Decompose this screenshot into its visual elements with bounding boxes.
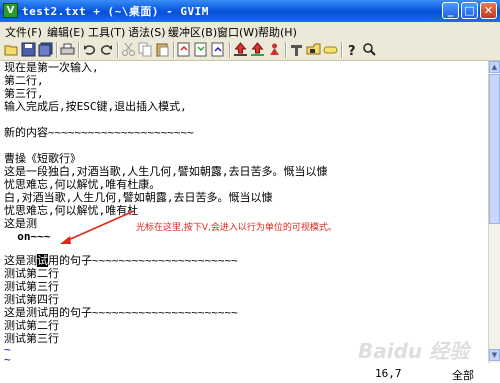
cursor-position: 16,7 (375, 367, 402, 380)
print-icon[interactable] (60, 42, 75, 57)
menu-window[interactable]: 窗口(W) (217, 24, 258, 40)
menu-edit[interactable]: 编辑(E) (47, 24, 85, 40)
close-button[interactable]: ✕ (480, 2, 497, 19)
svg-text:?: ? (348, 44, 356, 57)
make-icon[interactable] (289, 42, 304, 57)
editor-line: 输入完成后,按ESC键,退出插入模式, (4, 100, 187, 113)
save-all-icon[interactable] (38, 42, 53, 57)
help-icon[interactable]: ? (345, 42, 360, 57)
run-ctags-icon[interactable] (306, 42, 321, 57)
find-next-icon[interactable] (194, 42, 209, 57)
status-line: 16,7 全部 (0, 363, 500, 383)
watermark-logo: Baidu 经验 (358, 339, 470, 363)
menu-help[interactable]: 帮助(H) (258, 24, 297, 40)
gvim-app-icon[interactable]: V (3, 3, 18, 18)
text-editor[interactable]: 现在是第一次输入, 第二行, 第三行, 输入完成后,按ESC键,退出插入模式, … (0, 61, 488, 363)
toolbar: ? (0, 39, 500, 61)
find-prev-icon[interactable] (211, 42, 226, 57)
maximize-button[interactable]: □ (461, 2, 478, 19)
title-bar[interactable]: V test2.txt + (~\桌面) - GVIM _ □ ✕ (0, 0, 500, 22)
paste-icon[interactable] (155, 42, 170, 57)
editor-line: 新的内容~~~~~~~~~~~~~~~~~~~~~~ (4, 126, 194, 139)
vertical-scrollbar[interactable]: ▲ ▼ (488, 61, 500, 363)
empty-line-marker: ~ (4, 353, 11, 363)
open-icon[interactable] (4, 42, 19, 57)
copy-icon[interactable] (138, 42, 153, 57)
window-title: test2.txt + (~\桌面) - GVIM (22, 5, 209, 18)
save-icon[interactable] (21, 42, 36, 57)
menu-bar: 文件(F) 编辑(E) 工具(T) 语法(S) 缓冲区(B) 窗口(W) 帮助(… (0, 22, 500, 39)
menu-syntax[interactable]: 语法(S) (128, 24, 166, 40)
scroll-down-arrow-icon[interactable]: ▼ (489, 349, 500, 361)
scroll-position: 全部 (452, 369, 474, 382)
text-cursor: 试 (37, 254, 48, 267)
save-session-icon[interactable] (250, 42, 265, 57)
minimize-button[interactable]: _ (442, 2, 459, 19)
redo-icon[interactable] (99, 42, 114, 57)
scrollbar-thumb[interactable] (489, 74, 500, 224)
tag-jump-icon[interactable] (323, 42, 338, 57)
editor-line: 测试第三行 (4, 332, 59, 345)
menu-buffers[interactable]: 缓冲区(B) (168, 24, 217, 40)
cursor-line-prefix: 这是测 (4, 254, 37, 267)
scroll-up-arrow-icon[interactable]: ▲ (489, 61, 500, 73)
menu-file[interactable]: 文件(F) (5, 24, 42, 40)
run-script-icon[interactable] (267, 42, 282, 57)
find-help-icon[interactable] (362, 42, 377, 57)
annotation-text: 光标在这里,按下V,会进入以行为单位的可视模式。 (136, 223, 337, 233)
editor-line: on~~~ (4, 230, 51, 243)
load-session-icon[interactable] (233, 42, 248, 57)
undo-icon[interactable] (82, 42, 97, 57)
menu-tools[interactable]: 工具(T) (88, 24, 125, 40)
cut-icon[interactable] (121, 42, 136, 57)
cursor-line-suffix: 用的句子~~~~~~~~~~~~~~~~~~~~~~ (48, 254, 238, 267)
find-replace-icon[interactable] (177, 42, 192, 57)
